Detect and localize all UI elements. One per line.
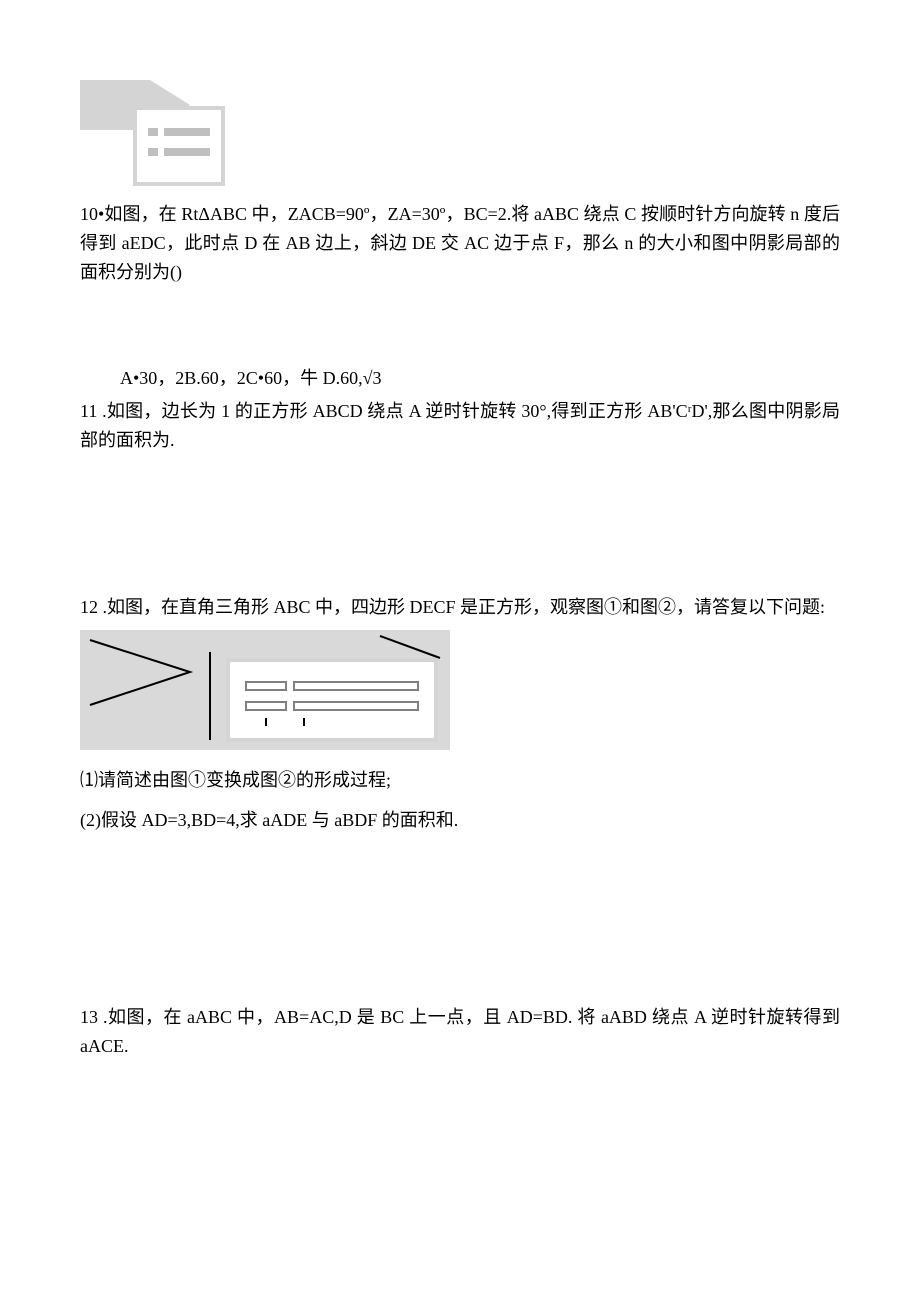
question-12: 12 .如图，在直角三角形 ABC 中，四边形 DECF 是正方形，观察图①和图… [80, 593, 840, 622]
question-13: 13 .如图，在 aABC 中，AB=AC,D 是 BC 上一点，且 AD=BD… [80, 1003, 840, 1061]
question-12-sub1: ⑴请简述由图①变换成图②的形成过程; [80, 766, 840, 795]
figure-q10 [80, 80, 230, 190]
question-10: 10•如图，在 RtΔABC 中，ZACB=90º，ZA=30º，BC=2.将 … [80, 200, 840, 286]
question-11: 11 .如图，边长为 1 的正方形 ABCD 绕点 A 逆时针旋转 30°,得到… [80, 397, 840, 455]
figure-q12 [80, 630, 450, 750]
question-12-sub2: (2)假设 AD=3,BD=4,求 aADE 与 aBDF 的面积和. [80, 806, 840, 835]
question-10-options: A•30，2B.60，2C•60，牛 D.60,√3 [80, 364, 840, 393]
